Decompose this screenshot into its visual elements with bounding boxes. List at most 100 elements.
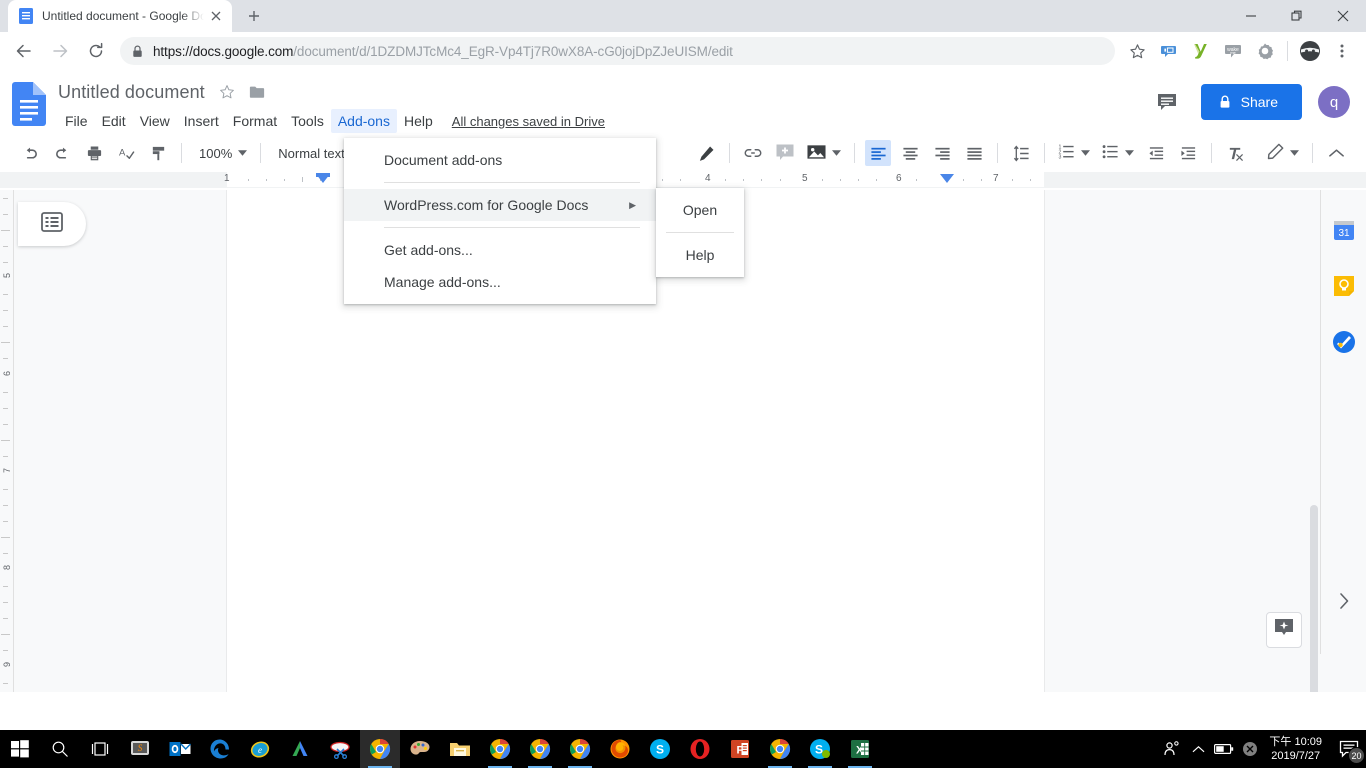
bulleted-list-dropdown[interactable] <box>1098 140 1138 166</box>
google-keep-icon[interactable] <box>1332 274 1356 298</box>
chrome-icon[interactable] <box>560 730 600 768</box>
right-indent-marker[interactable] <box>940 174 954 183</box>
close-icon[interactable] <box>1320 0 1366 32</box>
decrease-indent-icon[interactable] <box>1143 140 1169 166</box>
paint-icon[interactable] <box>400 730 440 768</box>
gear-icon[interactable] <box>1251 37 1279 65</box>
submenu-item-help[interactable]: Help <box>656 239 744 271</box>
insert-image-dropdown[interactable] <box>803 140 845 166</box>
file-explorer-icon[interactable] <box>440 730 480 768</box>
taskbar-clock[interactable]: 下午 10:09 2019/7/27 <box>1263 735 1332 763</box>
profile-ninja-icon[interactable] <box>1296 37 1324 65</box>
line-spacing-icon[interactable] <box>1008 140 1034 166</box>
menu-help[interactable]: Help <box>397 109 440 133</box>
numbered-list-dropdown[interactable]: 1 2 3 <box>1054 140 1094 166</box>
redo-icon[interactable] <box>49 140 75 166</box>
address-bar[interactable]: https://docs.google.com/document/d/1DZDM… <box>120 37 1115 65</box>
restore-icon[interactable] <box>1274 0 1320 32</box>
yoast-icon[interactable] <box>1187 37 1215 65</box>
edge-icon[interactable] <box>200 730 240 768</box>
menu-item-manage-add-ons[interactable]: Manage add-ons... <box>344 266 656 298</box>
insert-link-icon[interactable] <box>740 140 766 166</box>
google-calendar-icon[interactable]: 31 <box>1332 218 1356 242</box>
explore-button[interactable] <box>1266 612 1302 648</box>
back-arrow-icon[interactable] <box>8 35 40 67</box>
menu-item-document-add-ons[interactable]: Document add-ons <box>344 144 656 176</box>
menu-item-get-add-ons[interactable]: Get add-ons... <box>344 234 656 266</box>
skype-business-icon[interactable]: S <box>800 730 840 768</box>
menu-view[interactable]: View <box>133 109 177 133</box>
first-line-indent-marker[interactable] <box>316 174 330 183</box>
menu-tools[interactable]: Tools <box>284 109 331 133</box>
internet-explorer-icon[interactable]: e <box>240 730 280 768</box>
chrome-icon[interactable] <box>360 730 400 768</box>
people-icon[interactable] <box>1159 730 1185 768</box>
chrome-icon[interactable] <box>520 730 560 768</box>
save-status[interactable]: All changes saved in Drive <box>452 114 605 129</box>
wakeme-icon[interactable]: wake me <box>1219 37 1247 65</box>
menu-item-wordpress-for-google-docs[interactable]: WordPress.com for Google Docs ▶ <box>344 189 656 221</box>
more-menu-icon[interactable] <box>1328 37 1356 65</box>
star-outline-icon[interactable] <box>219 84 235 100</box>
menu-edit[interactable]: Edit <box>95 109 133 133</box>
windows-start-icon[interactable] <box>0 730 40 768</box>
editing-mode-dropdown[interactable] <box>1263 140 1303 166</box>
snagit-icon[interactable]: S <box>120 730 160 768</box>
close-icon[interactable] <box>208 8 224 24</box>
extension-blue-icon[interactable] <box>1155 37 1183 65</box>
align-justify-icon[interactable] <box>961 140 987 166</box>
search-icon[interactable] <box>40 730 80 768</box>
avatar[interactable]: q <box>1318 86 1350 118</box>
spellcheck-icon[interactable]: A <box>113 140 139 166</box>
bookmark-star-icon[interactable] <box>1123 37 1151 65</box>
outlook-icon[interactable] <box>160 730 200 768</box>
reload-icon[interactable] <box>80 35 112 67</box>
svg-text:A: A <box>118 147 125 158</box>
add-comment-icon[interactable] <box>772 140 798 166</box>
excel-icon[interactable]: X <box>840 730 880 768</box>
submenu-item-open[interactable]: Open <box>656 194 744 226</box>
menu-format[interactable]: Format <box>226 109 284 133</box>
paint-format-icon[interactable] <box>145 140 171 166</box>
document-outline-toggle[interactable] <box>18 202 86 246</box>
highlight-pen-icon[interactable] <box>693 140 719 166</box>
powerpoint-icon[interactable]: P <box>720 730 760 768</box>
align-center-icon[interactable] <box>897 140 923 166</box>
comment-icon[interactable] <box>1149 84 1185 120</box>
folder-icon[interactable] <box>249 85 265 99</box>
minimize-icon[interactable] <box>1228 0 1274 32</box>
new-tab-button[interactable] <box>240 2 268 30</box>
notification-center-button[interactable]: 20 <box>1332 730 1366 768</box>
menu-add-ons[interactable]: Add-ons <box>330 109 397 133</box>
page-title[interactable]: Untitled document <box>58 82 205 103</box>
share-button[interactable]: Share <box>1200 84 1302 120</box>
task-view-icon[interactable] <box>80 730 120 768</box>
google-docs-logo[interactable] <box>12 78 52 134</box>
google-tasks-icon[interactable] <box>1332 330 1356 354</box>
firefox-icon[interactable] <box>600 730 640 768</box>
chrome-icon[interactable] <box>760 730 800 768</box>
opera-icon[interactable] <box>680 730 720 768</box>
clear-formatting-icon[interactable] <box>1222 140 1248 166</box>
error-icon[interactable] <box>1237 730 1263 768</box>
browser-tab[interactable]: Untitled document - Google Do <box>8 0 232 32</box>
google-ads-icon[interactable] <box>280 730 320 768</box>
show-hidden-icons-chevron[interactable] <box>1185 730 1211 768</box>
align-left-icon[interactable] <box>865 140 892 166</box>
zoom-level-dropdown[interactable]: 100% <box>191 140 251 166</box>
battery-icon[interactable] <box>1211 730 1237 768</box>
menu-insert[interactable]: Insert <box>177 109 226 133</box>
vertical-scrollbar[interactable] <box>1310 505 1318 692</box>
menu-file[interactable]: File <box>58 109 95 133</box>
increase-indent-icon[interactable] <box>1175 140 1201 166</box>
collapse-toolbar-icon[interactable] <box>1323 140 1349 166</box>
chevron-right-icon[interactable] <box>1321 592 1366 610</box>
align-right-icon[interactable] <box>929 140 955 166</box>
undo-icon[interactable] <box>17 140 43 166</box>
snipping-tool-icon[interactable] <box>320 730 360 768</box>
horizontal-ruler[interactable]: 1 4 5 6 7 <box>0 172 1366 188</box>
print-icon[interactable] <box>81 140 107 166</box>
forward-arrow-icon[interactable] <box>44 35 76 67</box>
chrome-icon[interactable] <box>480 730 520 768</box>
skype-icon[interactable]: S <box>640 730 680 768</box>
